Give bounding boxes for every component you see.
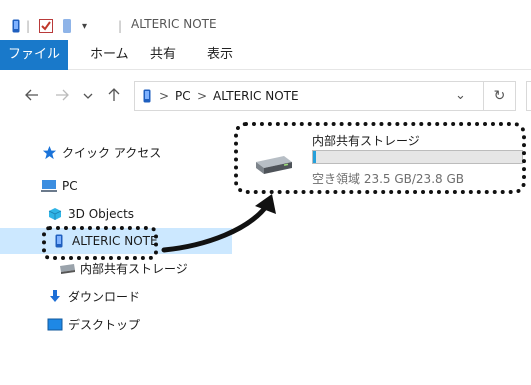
drive-name: 内部共有ストレージ bbox=[312, 134, 420, 148]
3d-objects-icon bbox=[46, 206, 64, 222]
breadcrumb-pc[interactable]: PC bbox=[175, 82, 191, 110]
drive-usage-bar bbox=[312, 150, 523, 164]
nav-item-label: クイック アクセス bbox=[62, 145, 162, 160]
address-dropdown-icon[interactable]: ⌄ bbox=[455, 82, 466, 110]
forward-button[interactable] bbox=[52, 86, 72, 106]
quick-access-separator: | bbox=[26, 19, 31, 33]
title-bar: | ▾ | ALTERIC NOTE bbox=[0, 0, 531, 40]
desktop-icon bbox=[46, 316, 64, 332]
nav-item-downloads[interactable]: ダウンロード bbox=[0, 284, 232, 308]
title-separator: | bbox=[118, 19, 123, 33]
window-title: ALTERIC NOTE bbox=[131, 17, 217, 31]
nav-item-label: 3D Objects bbox=[68, 207, 135, 221]
properties-icon[interactable] bbox=[38, 18, 54, 34]
download-icon bbox=[46, 288, 64, 304]
recent-locations-button[interactable] bbox=[78, 86, 98, 106]
back-button[interactable] bbox=[22, 86, 42, 106]
computer-icon bbox=[40, 178, 58, 194]
refresh-button[interactable]: ↻ bbox=[484, 81, 516, 111]
nav-item-label: ダウンロード bbox=[68, 289, 141, 304]
new-folder-icon[interactable] bbox=[62, 18, 72, 34]
nav-item-internal-storage[interactable]: 内部共有ストレージ bbox=[0, 256, 232, 280]
address-row: > PC > ALTERIC NOTE ⌄ ↻ bbox=[0, 70, 531, 122]
breadcrumb-separator[interactable]: > bbox=[197, 82, 207, 110]
nav-item-desktop[interactable]: デスクトップ bbox=[0, 312, 232, 336]
drive-tile-internal-storage[interactable]: 内部共有ストレージ 空き領域 23.5 GB/23.8 GB bbox=[242, 128, 523, 192]
up-arrow-icon bbox=[108, 87, 120, 105]
forward-arrow-icon bbox=[55, 89, 69, 104]
ribbon-tabs: ファイル ホーム 共有 表示 bbox=[0, 40, 531, 70]
content-pane: 内部共有ストレージ 空き領域 23.5 GB/23.8 GB bbox=[232, 122, 531, 385]
chevron-down-icon bbox=[83, 89, 93, 103]
search-input[interactable] bbox=[526, 81, 531, 111]
nav-item-alteric-note[interactable]: ALTERIC NOTE bbox=[0, 228, 232, 254]
phone-icon bbox=[12, 18, 20, 34]
refresh-icon: ↻ bbox=[493, 88, 506, 104]
nav-item-label: デスクトップ bbox=[68, 317, 141, 332]
nav-item-label: PC bbox=[62, 179, 78, 193]
phone-icon bbox=[143, 82, 151, 110]
breadcrumb-separator[interactable]: > bbox=[159, 82, 169, 110]
breadcrumb-alteric-note[interactable]: ALTERIC NOTE bbox=[213, 82, 299, 110]
nav-item-label: 内部共有ストレージ bbox=[80, 261, 188, 276]
nav-item-3d-objects[interactable]: 3D Objects bbox=[0, 202, 232, 226]
drive-icon bbox=[254, 154, 294, 179]
nav-item-label: ALTERIC NOTE bbox=[72, 234, 158, 248]
tab-share[interactable]: 共有 bbox=[150, 40, 176, 70]
phone-icon bbox=[50, 233, 68, 249]
address-bar[interactable]: > PC > ALTERIC NOTE ⌄ bbox=[134, 81, 484, 111]
drive-icon bbox=[58, 260, 76, 276]
customize-quick-access-icon[interactable]: ▾ bbox=[82, 18, 87, 34]
star-icon bbox=[40, 144, 58, 160]
nav-item-quick-access[interactable]: クイック アクセス bbox=[0, 140, 232, 164]
tab-file[interactable]: ファイル bbox=[0, 40, 68, 70]
up-button[interactable] bbox=[104, 86, 124, 106]
drive-free-space: 空き領域 23.5 GB/23.8 GB bbox=[312, 172, 464, 186]
tab-view[interactable]: 表示 bbox=[207, 40, 233, 70]
navigation-pane: クイック アクセス PC 3D Objects ALTERIC NOTE 内部共… bbox=[0, 122, 232, 385]
tab-home[interactable]: ホーム bbox=[90, 40, 129, 70]
drive-usage-fill bbox=[313, 151, 316, 163]
back-arrow-icon bbox=[25, 89, 39, 104]
nav-item-pc[interactable]: PC bbox=[0, 174, 232, 198]
